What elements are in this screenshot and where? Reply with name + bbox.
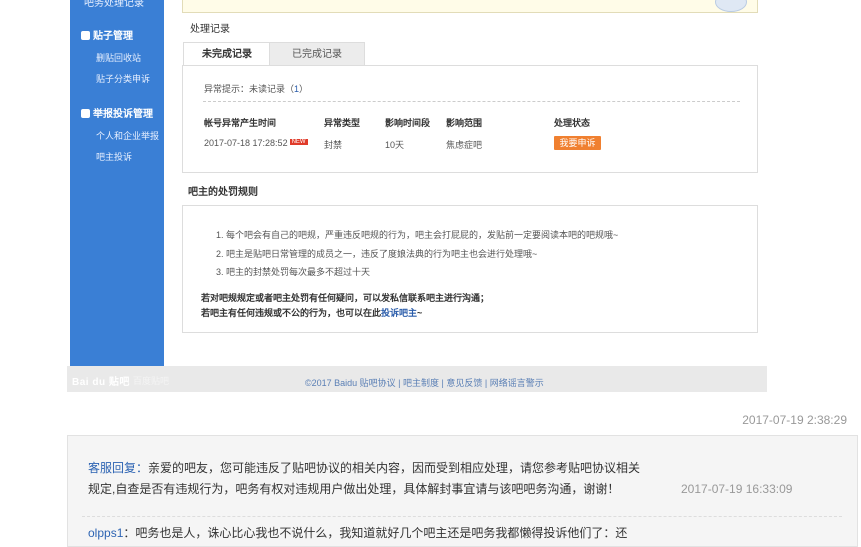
rule-item: 1. 每个吧会有自己的吧规，严重违反吧规的行为，吧主会打屁屁的，发贴前一定要阅读…: [216, 230, 619, 240]
footer-links[interactable]: ©2017 Baidu 贴吧协议 | 吧主制度 | 意见反馈 | 网络谣言警示: [305, 376, 544, 389]
sidebar-item-records[interactable]: 吧务处理记录: [84, 0, 144, 9]
rules-panel: 1. 每个吧会有自己的吧规，严重违反吧规的行为，吧主会打屁屁的，发贴前一定要阅读…: [182, 205, 758, 333]
admin-sidebar: 吧务处理记录 贴子管理 删贴回收站 贴子分类申诉 举报投诉管理 个人和企业举报 …: [70, 0, 164, 366]
complain-owner-link[interactable]: 投诉吧主: [381, 308, 417, 318]
records-panel: 异常提示：未读记录（1） 帐号异常产生时间 异常类型 影响时间段 影响范围 处理…: [182, 65, 758, 173]
records-title: 处理记录: [190, 24, 230, 35]
sidebar-item-category-appeal[interactable]: 贴子分类申诉: [96, 72, 150, 85]
reply-content: 客服回复：亲爱的吧友，您可能违反了贴吧协议的相关内容，因而受到相应处理，请您参考…: [88, 461, 641, 496]
row-scope: 焦虑症吧: [446, 140, 483, 150]
tab-finished[interactable]: 已完成记录: [269, 42, 365, 67]
tab-unfinished[interactable]: 未完成记录: [183, 42, 271, 66]
sidebar-item-recycle[interactable]: 删贴回收站: [96, 51, 141, 64]
document-icon: [81, 31, 90, 40]
col-type: 异常类型: [324, 118, 361, 128]
reply2-author-link[interactable]: olpps1: [88, 526, 123, 540]
screenshot-image: 吧务处理记录 贴子管理 删贴回收站 贴子分类申诉 举报投诉管理 个人和企业举报 …: [67, 0, 767, 392]
mascot-icon: [715, 0, 747, 12]
appeal-button[interactable]: 我要申诉: [554, 136, 601, 150]
reply-text: 亲爱的吧友，您可能违反了贴吧协议的相关内容，因而受到相应处理，请您参考贴吧协议相…: [88, 461, 641, 496]
rule-item: 2. 吧主是贴吧日常管理的成员之一，违反了度娘法典的行为吧主也会进行处理哦~: [216, 249, 538, 259]
rules-title: 吧主的处罚规则: [188, 187, 258, 198]
unread-hint: 异常提示：未读记录（1）: [204, 84, 309, 94]
divider: [82, 516, 842, 517]
rule-item: 3. 吧主的封禁处罚每次最多不超过十天: [216, 267, 371, 277]
reply-author-link[interactable]: 客服回复: [88, 461, 136, 475]
post-timestamp: 2017-07-19 2:38:29: [742, 413, 847, 427]
row-type: 封禁: [324, 140, 343, 150]
col-status: 处理状态: [554, 118, 591, 128]
divider: [203, 101, 740, 103]
sidebar-item-complaints[interactable]: 吧主投诉: [96, 150, 132, 163]
notice-banner: [182, 0, 758, 13]
col-time: 帐号异常产生时间: [204, 118, 277, 128]
col-duration: 影响时间段: [385, 118, 431, 128]
page-footer: Bai du 贴吧 百度贴吧 ©2017 Baidu 贴吧协议 | 吧主制度 |…: [67, 366, 767, 392]
sidebar-item-reports[interactable]: 个人和企业举报: [96, 129, 159, 142]
baidu-logo: Bai du 贴吧: [72, 377, 130, 388]
user-icon: [81, 109, 90, 118]
row-duration: 10天: [385, 140, 405, 150]
reply-box: 客服回复：亲爱的吧友，您可能违反了贴吧协议的相关内容，因而受到相应处理，请您参考…: [67, 435, 858, 547]
row-time: 2017-07-18 17:28:52 NEW: [204, 138, 308, 148]
new-badge: NEW: [289, 139, 308, 145]
sidebar-section-reports: 举报投诉管理: [81, 105, 153, 120]
col-scope: 影响范围: [446, 118, 483, 128]
rules-note-contact: 若对吧规规定或者吧主处罚有任何疑问，可以发私信联系吧主进行沟通；: [201, 293, 490, 303]
reply-timestamp: 2017-07-19 16:33:09: [681, 482, 793, 496]
sidebar-section-posts: 贴子管理: [81, 27, 133, 42]
rules-note-complain: 若吧主有任何违规或不公的行为，也可以在此投诉吧主~: [201, 308, 423, 318]
tieba-logo: 百度贴吧: [133, 376, 170, 386]
